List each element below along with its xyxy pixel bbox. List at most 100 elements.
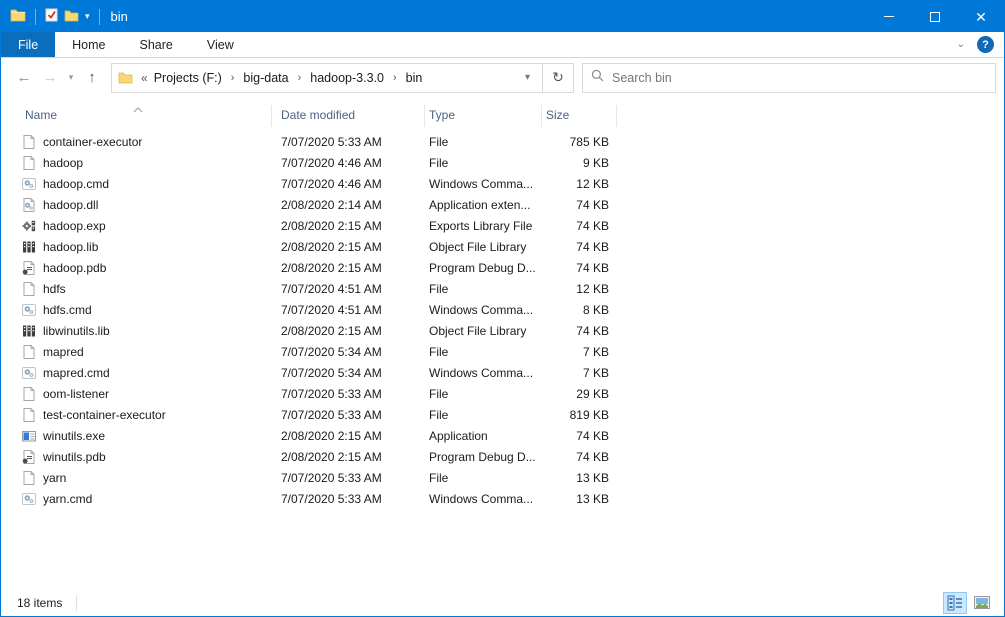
- file-type: Windows Comma...: [425, 177, 542, 191]
- file-row[interactable]: hadoop 7/07/2020 4:46 AM File 9 KB: [1, 152, 1004, 173]
- address-bar[interactable]: « Projects (F:) › big-data › hadoop-3.3.…: [111, 63, 543, 93]
- file-size: 9 KB: [542, 156, 617, 170]
- customize-qat-caret-icon[interactable]: ▾: [85, 12, 90, 21]
- file-size: 8 KB: [542, 303, 617, 317]
- tab-share[interactable]: Share: [123, 32, 190, 57]
- file-type: Windows Comma...: [425, 366, 542, 380]
- file-name: test-container-executor: [43, 408, 166, 422]
- file-row[interactable]: yarn.cmd 7/07/2020 5:33 AM Windows Comma…: [1, 488, 1004, 509]
- cmd-icon: [21, 302, 37, 318]
- file-row[interactable]: hdfs.cmd 7/07/2020 4:51 AM Windows Comma…: [1, 299, 1004, 320]
- back-button[interactable]: ←: [11, 69, 37, 86]
- file-name: container-executor: [43, 135, 142, 149]
- forward-button[interactable]: →: [37, 69, 63, 86]
- column-header-name[interactable]: Name: [1, 105, 272, 127]
- file-name-cell: mapred.cmd: [1, 365, 272, 381]
- toolbar-separator: [99, 9, 100, 25]
- refresh-icon: ↻: [552, 69, 564, 86]
- column-header-type-label: Type: [429, 108, 455, 122]
- pdb-icon: [21, 260, 37, 276]
- file-row[interactable]: oom-listener 7/07/2020 5:33 AM File 29 K…: [1, 383, 1004, 404]
- file-row[interactable]: hadoop.lib 2/08/2020 2:15 AM Object File…: [1, 236, 1004, 257]
- breadcrumb-item-big-data[interactable]: big-data: [241, 71, 290, 85]
- file-name-cell: yarn: [1, 470, 272, 486]
- breadcrumb-overflow[interactable]: «: [139, 71, 152, 85]
- file-size: 29 KB: [542, 387, 617, 401]
- file-type: File: [425, 471, 542, 485]
- file-row[interactable]: winutils.exe 2/08/2020 2:15 AM Applicati…: [1, 425, 1004, 446]
- breadcrumb-separator-icon[interactable]: ›: [291, 72, 309, 84]
- file-name: hadoop.exp: [43, 219, 106, 233]
- help-icon[interactable]: ?: [977, 36, 994, 53]
- cmd-icon: [21, 491, 37, 507]
- column-header-date-modified[interactable]: Date modified: [272, 105, 425, 127]
- file-row[interactable]: mapred.cmd 7/07/2020 5:34 AM Windows Com…: [1, 362, 1004, 383]
- file-size: 12 KB: [542, 282, 617, 296]
- close-icon: ✕: [975, 10, 987, 24]
- file-name: hdfs: [43, 282, 66, 296]
- file-name: hadoop: [43, 156, 83, 170]
- file-name: winutils.pdb: [43, 450, 106, 464]
- file-type: File: [425, 156, 542, 170]
- file-name-cell: mapred: [1, 344, 272, 360]
- properties-icon[interactable]: [45, 8, 58, 25]
- column-header-type[interactable]: Type: [425, 105, 542, 127]
- file-size: 74 KB: [542, 429, 617, 443]
- maximize-icon: [930, 12, 940, 22]
- refresh-button[interactable]: ↻: [543, 63, 574, 93]
- file-row[interactable]: hadoop.cmd 7/07/2020 4:46 AM Windows Com…: [1, 173, 1004, 194]
- close-button[interactable]: ✕: [958, 1, 1004, 32]
- file-name-cell: hadoop.dll: [1, 197, 272, 213]
- tab-file[interactable]: File: [1, 32, 55, 57]
- file-row[interactable]: hadoop.pdb 2/08/2020 2:15 AM Program Deb…: [1, 257, 1004, 278]
- file-row[interactable]: libwinutils.lib 2/08/2020 2:15 AM Object…: [1, 320, 1004, 341]
- new-folder-icon[interactable]: [64, 9, 79, 25]
- file-list: container-executor 7/07/2020 5:33 AM Fil…: [1, 127, 1004, 589]
- breadcrumb-item-bin[interactable]: bin: [404, 71, 425, 85]
- file-row[interactable]: hdfs 7/07/2020 4:51 AM File 12 KB: [1, 278, 1004, 299]
- file-row[interactable]: hadoop.dll 2/08/2020 2:14 AM Application…: [1, 194, 1004, 215]
- file-row[interactable]: container-executor 7/07/2020 5:33 AM Fil…: [1, 131, 1004, 152]
- recent-locations-caret-icon[interactable]: ▾: [63, 72, 79, 83]
- search-box[interactable]: [582, 63, 996, 93]
- address-dropdown-caret-icon[interactable]: ▾: [517, 72, 538, 83]
- file-name: yarn.cmd: [43, 492, 92, 506]
- file-type: Exports Library File: [425, 219, 542, 233]
- breadcrumb-item-projects[interactable]: Projects (F:): [152, 71, 224, 85]
- file-icon: [21, 386, 37, 402]
- large-icons-view-button[interactable]: [970, 592, 994, 614]
- file-row[interactable]: winutils.pdb 2/08/2020 2:15 AM Program D…: [1, 446, 1004, 467]
- file-type: File: [425, 345, 542, 359]
- details-view-button[interactable]: [943, 592, 967, 614]
- breadcrumb-item-hadoop[interactable]: hadoop-3.3.0: [308, 71, 386, 85]
- file-name: winutils.exe: [43, 429, 105, 443]
- file-name-cell: hadoop.pdb: [1, 260, 272, 276]
- up-button[interactable]: ↑: [79, 69, 105, 86]
- file-name-cell: test-container-executor: [1, 407, 272, 423]
- breadcrumb-separator-icon[interactable]: ›: [386, 72, 404, 84]
- lib-icon: [21, 323, 37, 339]
- tab-home[interactable]: Home: [55, 32, 122, 57]
- file-name: hadoop.dll: [43, 198, 98, 212]
- file-date-modified: 2/08/2020 2:15 AM: [272, 219, 425, 233]
- file-type: Windows Comma...: [425, 492, 542, 506]
- file-size: 785 KB: [542, 135, 617, 149]
- file-size: 74 KB: [542, 450, 617, 464]
- file-row[interactable]: mapred 7/07/2020 5:34 AM File 7 KB: [1, 341, 1004, 362]
- file-size: 74 KB: [542, 261, 617, 275]
- file-row[interactable]: test-container-executor 7/07/2020 5:33 A…: [1, 404, 1004, 425]
- expand-ribbon-chevron-icon[interactable]: ⌄: [957, 39, 965, 50]
- minimize-button[interactable]: [866, 1, 912, 32]
- file-name: hadoop.lib: [43, 240, 98, 254]
- maximize-button[interactable]: [912, 1, 958, 32]
- exp-icon: [21, 218, 37, 234]
- file-row[interactable]: hadoop.exp 2/08/2020 2:15 AM Exports Lib…: [1, 215, 1004, 236]
- file-name-cell: hdfs: [1, 281, 272, 297]
- column-header-size[interactable]: Size: [542, 105, 617, 127]
- file-row[interactable]: yarn 7/07/2020 5:33 AM File 13 KB: [1, 467, 1004, 488]
- file-name-cell: hadoop.exp: [1, 218, 272, 234]
- breadcrumb-separator-icon[interactable]: ›: [224, 72, 242, 84]
- tab-view[interactable]: View: [190, 32, 251, 57]
- search-input[interactable]: [612, 71, 987, 85]
- column-headers: Name Date modified Type Size: [1, 101, 1004, 127]
